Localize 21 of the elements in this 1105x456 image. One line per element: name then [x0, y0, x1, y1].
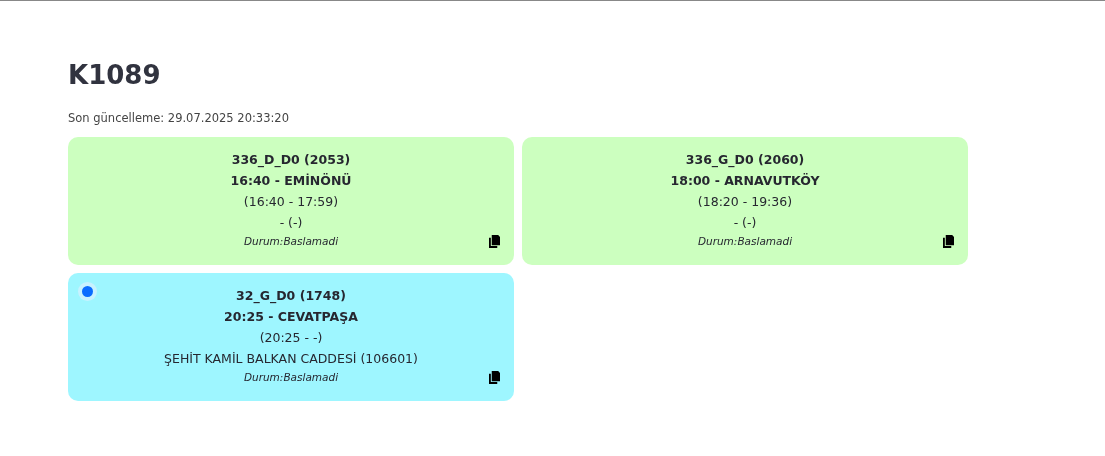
route-text: 32_G_D0 (1748) [235, 287, 347, 306]
stop-text: ŞEHİT KAMİL BALKAN CADDESİ (106601) [163, 350, 419, 368]
copy-icon[interactable] [943, 235, 954, 248]
times-text: (20:25 - -) [258, 329, 324, 347]
status-text: Durum:Baslamadi [242, 234, 340, 249]
status-text: Durum:Baslamadi [696, 234, 794, 249]
page-title: K1089 [68, 59, 162, 92]
route-text: 336_D_D0 (2053) [230, 151, 352, 170]
last-update-text: Son güncelleme: 29.07.2025 20:33:20 [68, 111, 290, 125]
status-text: Durum:Baslamadi [242, 370, 340, 385]
departure-text: 18:00 - ARNAVUTKÖY [669, 172, 821, 190]
stop-text: - (-) [278, 214, 304, 232]
route-text: 336_G_D0 (2060) [684, 151, 806, 170]
live-indicator-icon [82, 286, 93, 297]
departure-text: 16:40 - EMİNÖNÜ [229, 172, 353, 190]
times-text: (16:40 - 17:59) [242, 193, 340, 211]
copy-icon[interactable] [489, 371, 500, 384]
times-text: (18:20 - 19:36) [696, 193, 794, 211]
stop-text: - (-) [732, 214, 758, 232]
copy-icon[interactable] [489, 235, 500, 248]
departure-text: 20:25 - CEVATPAŞA [223, 308, 359, 326]
